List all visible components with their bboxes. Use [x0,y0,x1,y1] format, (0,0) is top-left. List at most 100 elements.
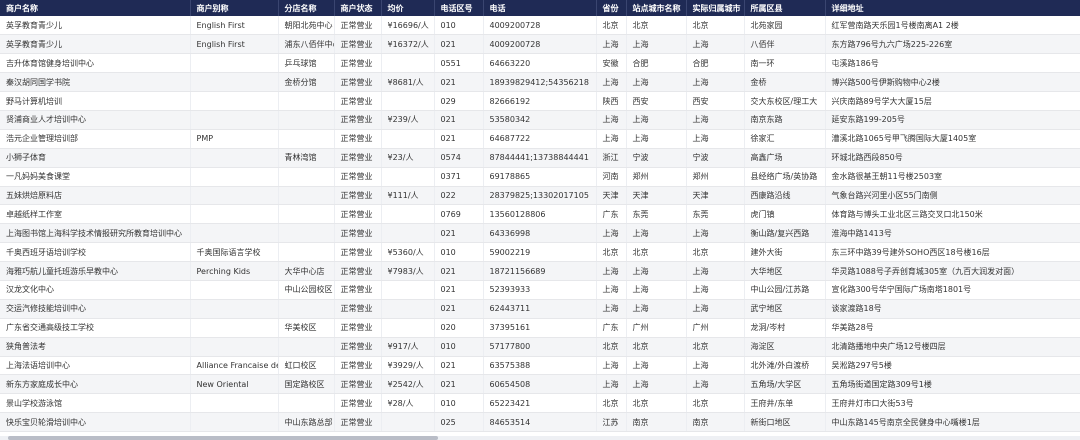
table-cell: New Oriental [190,374,279,395]
table-cell: 021 [434,223,484,244]
table-row[interactable]: 吉升体育馆健身培训中心 乒乓球馆 正常营业 0551 64663220 安徽 合肥 合肥 南一环… [0,53,1080,74]
table-cell: 82666192 [483,91,597,111]
table-cell: 上海 [626,374,687,395]
table-cell: 南京 [626,412,687,433]
table-cell: ¥16372/人 [381,34,435,55]
table-cell: 029 [434,91,484,111]
column-header[interactable]: 实际归属城市 [686,0,745,16]
table-row[interactable]: 卓越纸样工作室 正常营业 0769 13560128806 广东 东莞 东莞 虎门镇 体育路与博… [0,204,1080,225]
table-cell: 13560128806 [483,204,597,225]
table-cell: 64687722 [483,129,597,149]
table-cell: 正常营业 [334,53,382,74]
column-header[interactable]: 商户状态 [334,0,382,16]
table-cell [278,186,335,206]
table-row[interactable]: 一凡妈妈美食课堂 正常营业 0371 69178865 河南 郑州 郑州 县经络广场/英协路金… [0,167,1080,187]
table-header-row: 商户名称 商户别称 分店名称 商户状态 均价 电话区号 电话 省份 站点城市名称 实际归属城市 所属… [0,0,1080,16]
column-header[interactable]: 均价 [381,0,435,16]
table-row[interactable]: 景山学校游泳馆 正常营业 ¥28/人 010 65223421 北京 北京 北京 王府井/东单王… [0,393,1080,414]
table-cell: 东方路796号九六广场225-226室 [825,34,1080,55]
column-header[interactable]: 分店名称 [278,0,335,16]
table-cell [381,53,435,74]
table-cell [190,223,279,244]
table-cell: 正常营业 [334,204,382,225]
table-cell: 上海 [686,72,745,93]
table-cell [278,299,335,319]
table-cell [278,223,335,244]
column-header[interactable]: 站点城市名称 [626,0,687,16]
column-header[interactable]: 所属区县 [744,0,826,16]
table-cell: 北京 [626,16,687,36]
table-cell [278,393,335,414]
table-cell: 53580342 [483,110,597,130]
table-row[interactable]: 秦汉胡同国学书院 金桥分馆 正常营业 ¥8681/人 021 18939829412;54… [0,72,1080,93]
column-header[interactable]: 商户别称 [190,0,279,16]
table-cell: 龙洞/岑村 [744,318,826,338]
table-cell: 上海 [626,356,687,376]
table-cell: 宣化路300号华宁国际广场南塔1801号 [825,280,1080,300]
table-cell: 广东 [596,318,627,338]
table-row[interactable]: 小狮子体育 青林湾馆 正常营业 ¥23/人 0574 87844441;137388444… [0,148,1080,168]
table-cell [190,110,279,130]
table-row[interactable]: 交运汽修技能培训中心 正常营业 021 62443711 上海 上海 上海 武宁地区 谈家渡路1… [0,299,1080,319]
table-row[interactable]: 贤浦商业人才培训中心 正常营业 ¥239/人 021 53580342 上海 上海 上海 南京东… [0,110,1080,130]
table-cell: Perching Kids [190,261,279,281]
table-cell: 五角场/大学区 [744,374,826,395]
table-row[interactable]: 广东省交通高级技工学校 华美校区 正常营业 020 37395161 广东 广州 广州 龙洞/岑… [0,318,1080,338]
table-cell: 海雅巧航儿童托班游乐早教中心 [0,261,191,281]
table-cell: 37395161 [483,318,597,338]
table-cell: 上海 [596,299,627,319]
table-row[interactable]: 上海图书馆上海科学技术情报研究所教育培训中心 正常营业 021 64336998 上海上… [0,223,1080,244]
table-row[interactable]: 上海法语培训中心Alliance Francaise de Shanghai虹口… [0,356,1080,376]
table-cell: 021 [434,110,484,130]
table-cell: 天津 [596,186,627,206]
table-cell: 南京东路 [744,110,826,130]
column-header[interactable]: 电话区号 [434,0,484,16]
table-cell [381,204,435,225]
table-cell: 上海 [596,280,627,300]
column-header[interactable]: 省份 [596,0,627,16]
table-row[interactable]: 海雅巧航儿童托班游乐早教中心 Perching Kids 大华中心店 正常营业 ¥798… [0,261,1080,281]
table-row[interactable]: 千奥西班牙语培训学校 千奥国际语言学校 正常营业 ¥5360/人 010 59002219… [0,242,1080,263]
table-cell: 英孚教育青少儿 [0,34,191,55]
table-cell: 63575388 [483,356,597,376]
table-cell: 正常营业 [334,110,382,130]
table-cell: 西安 [686,91,745,111]
table-cell: 上海 [686,261,745,281]
table-row[interactable]: 快乐宝贝轮滑培训中心 中山东路总部 正常营业 025 84653514 江苏 南京 南京 新街口… [0,412,1080,433]
table-row[interactable]: 野马计算机培训 正常营业 029 82666192 陕西 西安 西安 交大东校区/理工大 兴庆南… [0,91,1080,111]
table-cell: 正常营业 [334,374,382,395]
table-cell: 大华地区 [744,261,826,281]
scrollbar-thumb[interactable] [8,436,438,440]
table-row[interactable]: 狭角普法考 正常营业 ¥917/人 010 57177800 北京 北京 北京 海淀区 北清路播地… [0,337,1080,357]
table-cell [278,242,335,263]
table-cell [381,318,435,338]
column-header[interactable]: 商户名称 [0,0,191,16]
table-cell: 陕西 [596,91,627,111]
table-cell: ¥5360/人 [381,242,435,263]
table-row[interactable]: 五妹烘焙原料店 正常营业 ¥111/人 022 28379825;13302017105… [0,186,1080,206]
table-cell: 北京 [596,393,627,414]
table-cell: 北京 [626,337,687,357]
table-cell: 010 [434,242,484,263]
table-cell: 海淀区 [744,337,826,357]
table-cell: 西康路沿线 [744,186,826,206]
column-header[interactable]: 电话 [483,0,597,16]
table-row[interactable]: 浩元企业管理培训部 PMP 正常营业 021 64687722 上海 上海 上海 徐家汇 漕溪北路… [0,129,1080,149]
table-cell: 郑州 [626,167,687,187]
column-header[interactable]: 详细地址 [825,0,1080,16]
merchant-table: 商户名称 商户别称 分店名称 商户状态 均价 电话区号 电话 省份 站点城市名称 实际归属城市 所属… [0,0,1080,433]
table-row[interactable]: 英孚教育青少儿 English First 朝阳北苑中心 正常营业 ¥16696/人 01… [0,16,1080,36]
table-cell: 上海 [626,280,687,300]
table-cell: 0371 [434,167,484,187]
table-row[interactable]: 新东方家庭成长中心 New Oriental 国定路校区 正常营业 ¥2542/人 021… [0,374,1080,395]
horizontal-scrollbar[interactable] [0,436,1080,440]
table-cell: 天津 [686,186,745,206]
table-cell [381,280,435,300]
table-row[interactable]: 英孚教育青少儿English First浦东八佰伴中心正常营业¥16372/人0… [0,34,1080,55]
table-cell: 千奥西班牙语培训学校 [0,242,191,263]
table-cell: 正常营业 [334,318,382,338]
table-cell: 东莞 [626,204,687,225]
table-cell: 北外滩/外白渡桥 [744,356,826,376]
table-row[interactable]: 汉龙文化中心 中山公园校区 正常营业 021 52393933 上海 上海 上海 中山公园/江苏… [0,280,1080,300]
table-cell: 东莞 [686,204,745,225]
